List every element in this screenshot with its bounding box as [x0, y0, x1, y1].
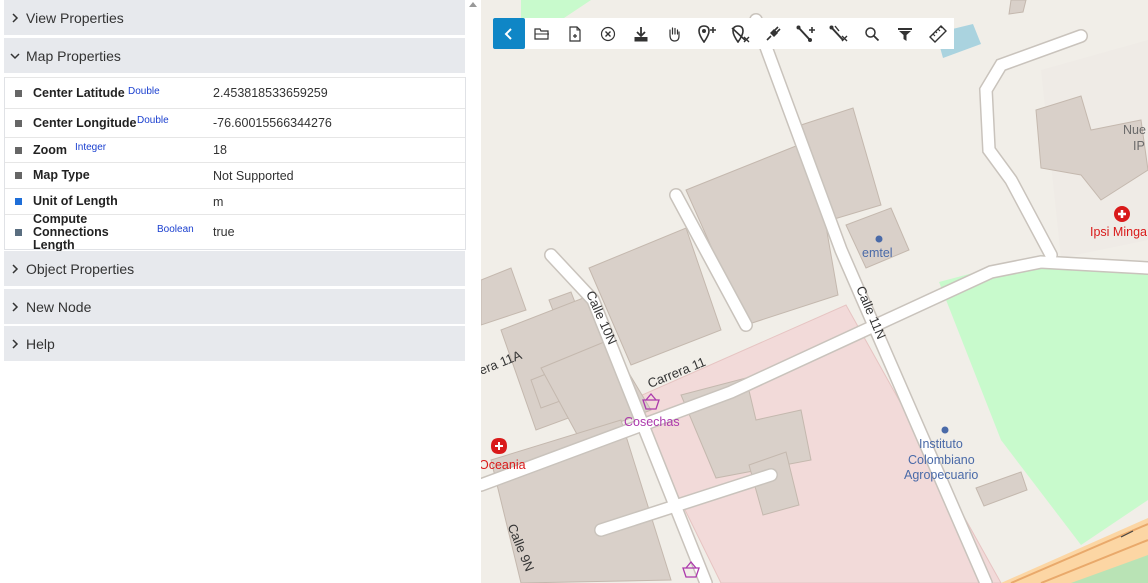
section-object-properties[interactable]: Object Properties — [4, 251, 465, 286]
poi-label: emtel — [862, 246, 893, 260]
pan-button[interactable] — [657, 18, 690, 49]
section-label: New Node — [26, 298, 92, 315]
property-marker-icon — [15, 146, 22, 154]
file-plus-icon — [568, 25, 581, 42]
filter-button[interactable] — [888, 18, 921, 49]
hospital-icon[interactable] — [1114, 206, 1130, 222]
chevron-right-icon — [4, 300, 26, 314]
map-toolbar — [493, 18, 954, 49]
chevron-down-icon — [4, 49, 26, 63]
poi-label: Agropecuario — [904, 468, 979, 482]
property-marker-icon — [15, 228, 22, 236]
property-name: Map Type — [33, 168, 90, 182]
filter-icon — [897, 27, 912, 41]
property-name: Center Latitude — [33, 85, 125, 100]
property-row-unit-of-length[interactable]: Unit of Length m — [5, 188, 465, 214]
section-help[interactable]: Help — [4, 326, 465, 361]
property-value[interactable]: -76.60015566344276 — [213, 116, 332, 130]
measure-button[interactable] — [921, 18, 954, 49]
search-button[interactable] — [855, 18, 888, 49]
open-button[interactable] — [525, 18, 558, 49]
property-marker-icon — [15, 172, 22, 179]
properties-panel: View Properties Map Properties Center La… — [0, 0, 481, 583]
panel-scrollbar[interactable] — [466, 0, 481, 583]
new-file-button[interactable] — [558, 18, 591, 49]
chevron-right-icon — [4, 337, 26, 351]
poi-label: Oceania — [481, 458, 526, 472]
collapse-panel-button[interactable] — [493, 18, 525, 49]
property-type: Integer — [75, 142, 107, 153]
map-canvas[interactable]: Calle 10N Calle 11N Calle 9N Carrera 11 … — [481, 0, 1148, 583]
poi-dot[interactable] — [875, 235, 883, 243]
section-label: Help — [26, 335, 55, 352]
hand-icon — [668, 26, 680, 42]
section-label: Object Properties — [26, 260, 135, 277]
poi-label: Cosechas — [624, 415, 680, 429]
line-off-icon — [829, 25, 847, 41]
marker-off-icon — [730, 24, 749, 43]
section-new-node[interactable]: New Node — [4, 289, 465, 324]
poi-label: Colombiano — [908, 453, 975, 467]
poi-label: Instituto — [919, 437, 963, 451]
add-connection-button[interactable] — [789, 18, 822, 49]
connect-button[interactable] — [756, 18, 789, 49]
property-marker-icon — [15, 198, 22, 205]
scroll-up-arrow-icon[interactable] — [469, 2, 477, 7]
remove-connection-button[interactable] — [822, 18, 855, 49]
property-type: Double — [137, 115, 169, 126]
poi-label: Ipsi Minga — [1090, 225, 1147, 239]
poi-label: IP — [1133, 139, 1145, 153]
section-view-properties[interactable]: View Properties — [4, 0, 465, 35]
property-type: Boolean — [157, 224, 194, 235]
section-label: Map Properties — [26, 47, 121, 64]
download-icon — [634, 26, 647, 41]
section-label: View Properties — [26, 9, 124, 26]
folder-icon — [533, 27, 549, 40]
remove-marker-button[interactable] — [723, 18, 756, 49]
property-name: Center Longitude — [33, 115, 137, 130]
line-plus-icon — [796, 25, 815, 42]
close-button[interactable] — [591, 18, 624, 49]
property-marker-icon — [15, 119, 22, 127]
marker-plus-icon — [697, 24, 716, 43]
ruler-icon — [928, 24, 947, 43]
poi-dot[interactable] — [941, 426, 949, 434]
download-button[interactable] — [624, 18, 657, 49]
park-area — [939, 255, 1148, 545]
property-row-map-type[interactable]: Map Type Not Supported — [5, 162, 465, 188]
chevron-right-icon — [4, 11, 26, 25]
property-row-zoom[interactable]: Zoom Integer 18 — [5, 137, 465, 162]
circle-x-icon — [600, 26, 615, 41]
property-value[interactable]: 2.453818533659259 — [213, 86, 328, 100]
property-row-center-latitude[interactable]: Center Latitude Double 2.453818533659259 — [5, 77, 465, 108]
hospital-icon[interactable] — [491, 438, 507, 454]
search-icon — [864, 26, 879, 41]
property-marker-icon — [15, 89, 22, 97]
property-value[interactable]: true — [213, 225, 235, 239]
property-name: Zoom — [33, 142, 68, 157]
chevron-right-icon — [4, 262, 26, 276]
property-value[interactable]: 18 — [213, 143, 227, 157]
property-row-center-longitude[interactable]: Center Longitude Double -76.600155663442… — [5, 108, 465, 137]
map-tiles[interactable] — [481, 0, 1148, 583]
property-value[interactable]: Not Supported — [213, 169, 294, 183]
plug-icon — [765, 25, 781, 41]
property-value[interactable]: m — [213, 195, 223, 209]
map-properties-table: Center Latitude Double 2.453818533659259… — [4, 77, 466, 252]
property-name: Unit of Length — [33, 194, 118, 208]
chevron-left-icon — [504, 27, 512, 40]
add-marker-button[interactable] — [690, 18, 723, 49]
property-type: Double — [128, 86, 160, 97]
property-name: Compute Connections Length — [33, 211, 109, 252]
poi-label: Nue — [1123, 123, 1146, 137]
section-map-properties[interactable]: Map Properties — [4, 38, 465, 73]
property-row-compute-connections-length[interactable]: Compute Connections Length Boolean true — [5, 211, 465, 252]
